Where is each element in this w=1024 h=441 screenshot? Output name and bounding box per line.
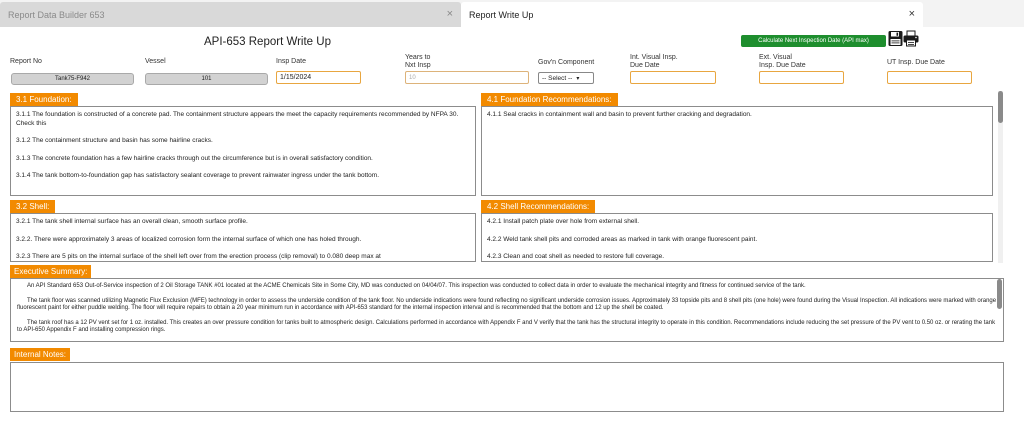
internal-notes-header: Internal Notes: — [10, 348, 71, 361]
years-to-next-insp-field[interactable]: 10 — [405, 71, 529, 84]
executive-summary-textarea[interactable]: An API Standard 653 Out-of-Service inspe… — [10, 278, 1004, 342]
insp-date-field[interactable]: 1/15/2024 — [276, 71, 361, 84]
foundation-recommendations-textarea[interactable]: 4.1.1 Seal cracks in containment wall an… — [481, 106, 993, 196]
dropdown-chevron-icon: ▾ — [576, 75, 580, 82]
vessel-field[interactable]: 101 — [145, 73, 268, 85]
print-icon[interactable] — [903, 30, 919, 47]
govn-component-select[interactable]: -- Select -- ▾ — [538, 72, 594, 84]
tab-report-data-builder[interactable]: Report Data Builder 653 × — [0, 2, 461, 27]
int-visual-due-field[interactable] — [630, 71, 716, 84]
scrollbar[interactable] — [998, 91, 1003, 263]
insp-date-label: Insp Date — [276, 58, 306, 65]
tab-report-write-up[interactable]: Report Write Up × — [461, 2, 923, 27]
ext-visual-due-label: Ext. Visual Insp. Due Date — [759, 54, 806, 69]
ext-visual-due-field[interactable] — [759, 71, 844, 84]
close-icon[interactable]: × — [909, 8, 915, 20]
close-icon[interactable]: × — [447, 8, 453, 20]
shell-textarea[interactable]: 3.2.1 The tank shell internal surface ha… — [10, 213, 476, 262]
internal-notes-textarea[interactable] — [10, 362, 1004, 412]
foundation-recommendations-header: 4.1 Foundation Recommendations: — [481, 93, 618, 106]
tab-label: Report Write Up — [469, 9, 534, 20]
foundation-textarea[interactable]: 3.1.1 The foundation is constructed of a… — [10, 106, 476, 196]
shell-recommendations-textarea[interactable]: 4.2.1 Install patch plate over hole from… — [481, 213, 993, 262]
report-no-label: Report No — [10, 58, 42, 65]
vessel-label: Vessel — [145, 58, 166, 65]
save-icon[interactable] — [888, 30, 903, 47]
years-to-next-insp-label: Years to Nxt Insp — [405, 54, 431, 69]
report-no-field[interactable]: Tank75-F942 — [11, 73, 134, 85]
executive-summary-header: Executive Summary: — [10, 265, 92, 278]
summary-scrollbar[interactable] — [997, 279, 1002, 341]
shell-recommendations-header: 4.2 Shell Recommendations: — [481, 200, 596, 213]
tab-label: Report Data Builder 653 — [8, 9, 105, 20]
shell-header: 3.2 Shell: — [10, 200, 56, 213]
int-visual-due-label: Int. Visual Insp. Due Date — [630, 54, 678, 69]
foundation-header: 3.1 Foundation: — [10, 93, 78, 106]
report-write-up-panel: API-653 Report Write Up Calculate Next I… — [0, 27, 1024, 441]
tab-bar: Report Data Builder 653 × Report Write U… — [0, 0, 1024, 27]
summary-scrollbar-thumb[interactable] — [997, 279, 1002, 309]
ut-insp-due-label: UT Insp. Due Date — [887, 59, 945, 66]
page-title: API-653 Report Write Up — [204, 36, 331, 48]
ut-insp-due-field[interactable] — [887, 71, 972, 84]
calculate-next-inspection-button[interactable]: Calculate Next Inspection Date (API max) — [741, 35, 886, 47]
scrollbar-thumb[interactable] — [998, 91, 1003, 123]
govn-component-label: Gov'n Component — [538, 59, 595, 66]
